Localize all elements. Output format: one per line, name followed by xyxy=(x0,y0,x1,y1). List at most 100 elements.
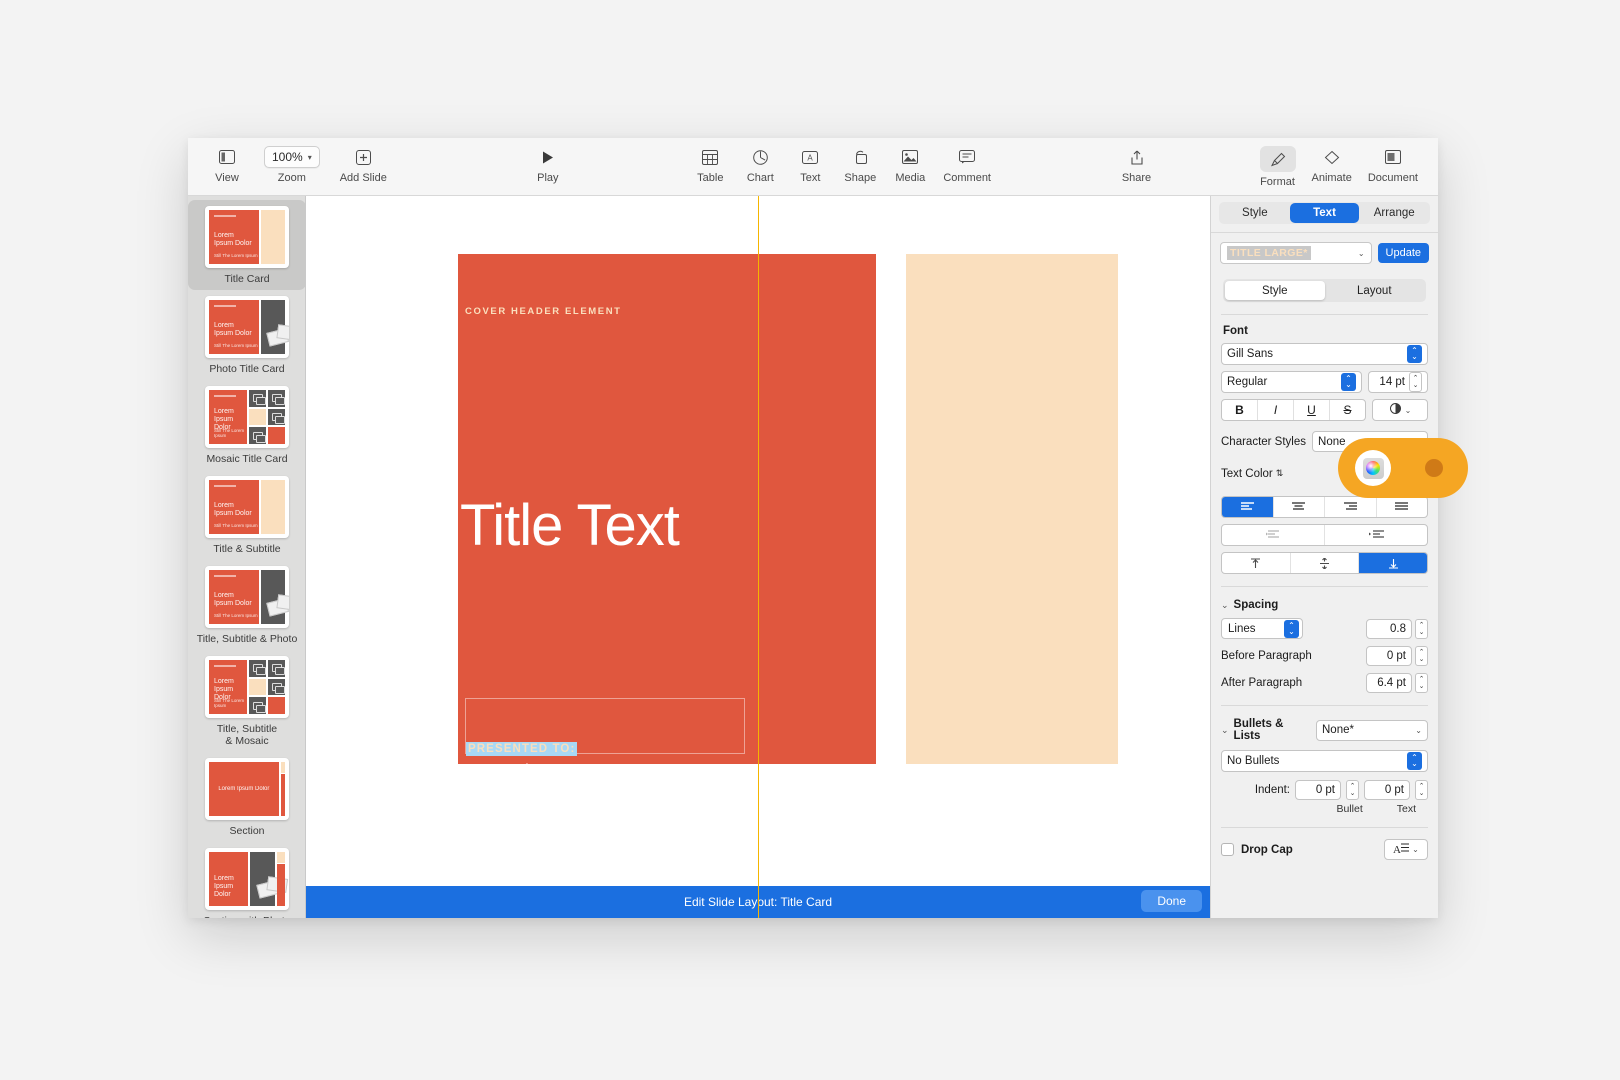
text-indent-value[interactable]: 0 pt xyxy=(1364,780,1410,800)
strikethrough-button[interactable]: S xyxy=(1330,400,1365,420)
stepper-icon[interactable]: ⌃ ⌄ xyxy=(1415,646,1428,666)
bullet-indent-value[interactable]: 0 pt xyxy=(1295,780,1341,800)
before-paragraph-value-group: 0 pt ⌃ ⌄ xyxy=(1366,646,1428,666)
inspector-tabs[interactable]: Style Text Arrange xyxy=(1219,202,1430,224)
nav-item-section[interactable]: Lorem Ipsum Dolor Section xyxy=(188,752,305,842)
thumb-subtitle: Still The Lorem Ipsum xyxy=(214,523,258,528)
stepper-icon[interactable]: ⌃ ⌄ xyxy=(1415,618,1428,639)
nav-item-section-with-photo[interactable]: LoremIpsum Dolor Sec xyxy=(188,842,305,918)
nav-item-title-card[interactable]: Lorem Ipsum Dolor Still The Lorem Ipsum T… xyxy=(188,200,305,290)
vertical-alignment-guide xyxy=(758,196,759,918)
stepper-icon[interactable]: ⌃ ⌄ xyxy=(1415,780,1428,800)
font-size-value: 14 pt xyxy=(1379,376,1405,388)
play-label: Play xyxy=(537,172,559,184)
after-paragraph-value[interactable]: 6.4 pt xyxy=(1366,673,1412,693)
format-label: Format xyxy=(1260,176,1295,188)
table-icon xyxy=(702,146,719,168)
align-middle-button[interactable] xyxy=(1291,553,1360,573)
slide-title-text[interactable]: Title Text xyxy=(460,492,680,559)
mosaic-cell xyxy=(268,427,285,444)
style-layout-tabs[interactable]: Style Layout xyxy=(1223,279,1426,302)
underline-button[interactable]: U xyxy=(1294,400,1330,420)
chevron-down-icon[interactable]: ⌄ xyxy=(1221,600,1229,611)
nav-item-title-subtitle[interactable]: Lorem Ipsum Dolor Still The Lorem Ipsum T… xyxy=(188,470,305,560)
align-justify-button[interactable] xyxy=(1377,497,1428,517)
font-family-select[interactable]: Gill Sans ⌃ ⌄ xyxy=(1221,343,1428,365)
chevron-down-icon[interactable]: ⌄ xyxy=(1221,725,1229,736)
color-wheel-icon[interactable] xyxy=(1362,457,1384,479)
share-button[interactable]: Share xyxy=(1112,144,1162,184)
nav-item-photo-title-card[interactable]: Lorem Ipsum Dolor Still The Lorem Ipsum P… xyxy=(188,290,305,380)
stepper-icon[interactable]: ⌃ ⌄ xyxy=(1415,673,1428,693)
drop-cap-checkbox[interactable] xyxy=(1221,843,1234,856)
text-button[interactable]: A Text xyxy=(785,144,835,184)
stepper-icon[interactable]: ⌃ ⌄ xyxy=(1409,372,1422,392)
nav-item-title-subtitle-mosaic[interactable]: LoremIpsumDolor Still The Lorem Ipsum xyxy=(188,650,305,752)
slide-cream-panel[interactable] xyxy=(906,254,1118,764)
stepper-icon[interactable]: ⌃ ⌄ xyxy=(1346,780,1359,800)
bullets-preset-select[interactable]: None* ⌄ xyxy=(1316,719,1428,741)
slide-layout-navigator[interactable]: Lorem Ipsum Dolor Still The Lorem Ipsum T… xyxy=(188,196,306,918)
stepper-icon[interactable]: ⌃ ⌄ xyxy=(1284,619,1299,638)
decrease-indent-button[interactable] xyxy=(1222,525,1325,545)
line-spacing-mode-value: Lines xyxy=(1228,622,1256,635)
done-button[interactable]: Done xyxy=(1141,890,1202,912)
drop-cap-options-button[interactable]: A ⌄ xyxy=(1384,839,1428,860)
shape-button[interactable]: Shape xyxy=(835,144,885,184)
animate-button[interactable]: Animate xyxy=(1304,144,1360,184)
update-style-button[interactable]: Update xyxy=(1377,243,1429,263)
align-left-button[interactable] xyxy=(1222,497,1274,517)
zoom-control[interactable]: 100% ▾ Zoom xyxy=(256,144,328,184)
subtab-style[interactable]: Style xyxy=(1225,281,1325,300)
subtab-layout[interactable]: Layout xyxy=(1325,281,1425,300)
align-bottom-button[interactable] xyxy=(1359,553,1427,573)
font-style-buttons[interactable]: B I U S xyxy=(1221,399,1366,421)
play-button[interactable]: Play xyxy=(523,144,573,184)
nav-item-mosaic-title-card[interactable]: LoremIpsumDolor Still The Lorem Ipsum xyxy=(188,380,305,470)
indent-fields-row: Indent: 0 pt ⌃ ⌄ 0 pt ⌃ ⌄ xyxy=(1221,780,1428,800)
align-center-button[interactable] xyxy=(1274,497,1325,517)
tab-text[interactable]: Text xyxy=(1289,203,1360,223)
vertical-alignment-row[interactable] xyxy=(1221,552,1428,574)
client-event-text[interactable]: CLIENT / EVENT : OCTOBER 28, 2020 xyxy=(466,761,734,776)
bullets-disclosure-row[interactable]: ⌄ Bullets & Lists None* ⌄ xyxy=(1221,718,1428,742)
tab-arrange[interactable]: Arrange xyxy=(1359,203,1429,223)
character-styles-select[interactable]: None ⌄ xyxy=(1312,431,1428,452)
bold-button[interactable]: B xyxy=(1222,400,1258,420)
text-color-disclosure-icon[interactable]: ⇅ xyxy=(1276,468,1284,479)
stepper-icon[interactable]: ⌃ ⌄ xyxy=(1407,345,1422,363)
font-weight-select[interactable]: Regular ⌃ ⌄ xyxy=(1221,371,1362,393)
view-button[interactable]: View xyxy=(202,144,252,184)
slide-canvas[interactable]: COVER HEADER ELEMENT Title Text PRESENTE… xyxy=(306,196,1210,918)
stepper-icon[interactable]: ⌃ ⌄ xyxy=(1341,373,1356,391)
media-button[interactable]: Media xyxy=(885,144,935,184)
font-size-field[interactable]: 14 pt ⌃ ⌄ xyxy=(1368,371,1428,393)
presented-to-text[interactable]: PRESENTED TO: xyxy=(466,742,578,756)
bullet-type-select[interactable]: No Bullets ⌃ ⌄ xyxy=(1221,750,1428,772)
tab-style[interactable]: Style xyxy=(1220,203,1290,223)
paragraph-style-field[interactable]: TITLE LARGE* ⌄ xyxy=(1220,242,1372,264)
table-button[interactable]: Table xyxy=(685,144,735,184)
add-slide-button[interactable]: Add Slide xyxy=(332,144,395,184)
italic-button[interactable]: I xyxy=(1258,400,1294,420)
chart-button[interactable]: Chart xyxy=(735,144,785,184)
align-top-button[interactable] xyxy=(1222,553,1291,573)
stepper-icon[interactable]: ⌃ ⌄ xyxy=(1407,752,1422,770)
document-button[interactable]: Document xyxy=(1360,144,1426,184)
text-effects-button[interactable]: ⌄ xyxy=(1372,399,1428,421)
spacing-disclosure-row[interactable]: ⌄ Spacing xyxy=(1221,599,1428,611)
comment-button[interactable]: Comment xyxy=(935,144,999,184)
line-spacing-value[interactable]: 0.8 xyxy=(1366,618,1412,639)
nav-item-title-subtitle-photo[interactable]: Lorem Ipsum Dolor Still The Lorem Ipsum T… xyxy=(188,560,305,650)
cover-header-text[interactable]: COVER HEADER ELEMENT xyxy=(465,306,622,317)
before-paragraph-value[interactable]: 0 pt xyxy=(1366,646,1412,666)
indent-buttons-row[interactable] xyxy=(1221,524,1428,546)
increase-indent-button[interactable] xyxy=(1325,525,1427,545)
align-right-button[interactable] xyxy=(1325,497,1377,517)
chevron-down-icon[interactable]: ⌄ xyxy=(1358,249,1365,258)
share-icon xyxy=(1130,146,1144,168)
format-button[interactable]: Format xyxy=(1252,144,1304,188)
line-spacing-mode-select[interactable]: Lines ⌃ ⌄ xyxy=(1221,618,1303,639)
zoom-pill[interactable]: 100% ▾ xyxy=(264,146,320,168)
horizontal-alignment-row[interactable] xyxy=(1221,496,1428,518)
